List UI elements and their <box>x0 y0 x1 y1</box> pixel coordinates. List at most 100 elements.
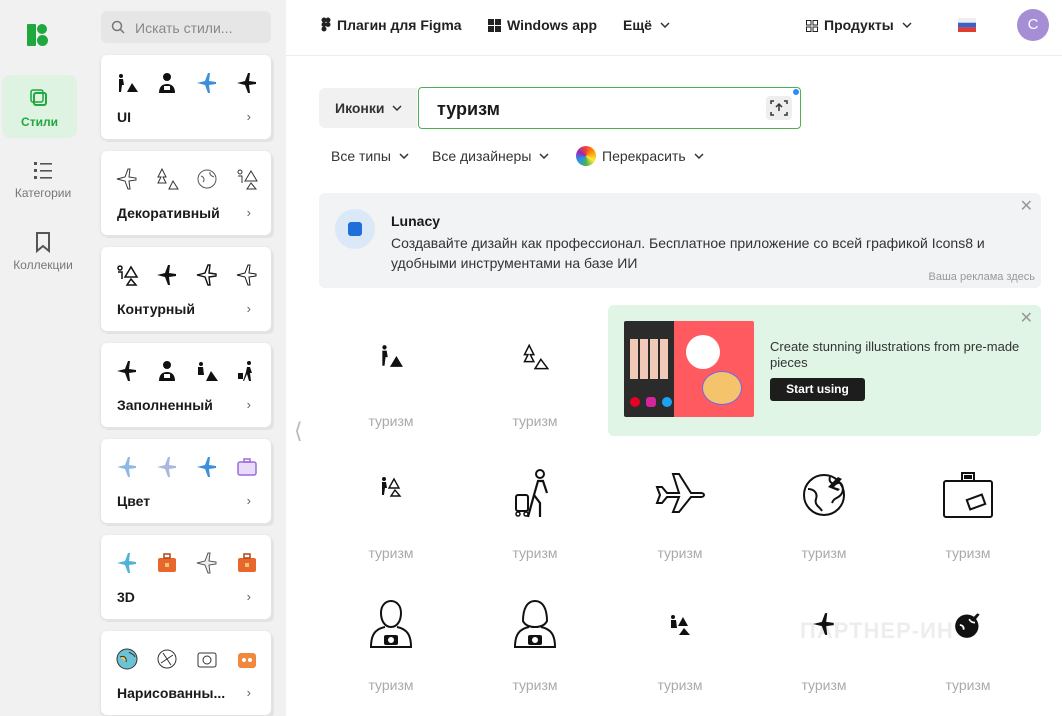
result-cell[interactable]: туризм <box>608 437 752 567</box>
rail-styles-label: Стили <box>21 115 58 129</box>
ad-note[interactable]: Ваша реклама здесь <box>929 271 1035 283</box>
hiker-tent-filled-icon <box>195 359 219 383</box>
result-cell[interactable]: туризм <box>463 305 607 435</box>
styles-search-input[interactable]: Искать стили... <box>101 11 271 43</box>
search-input[interactable]: туризм <box>418 87 801 129</box>
tourist-camera-icon <box>155 71 179 95</box>
search-icon <box>111 20 125 34</box>
airplane-icon <box>235 71 259 95</box>
icons8-logo[interactable] <box>25 22 51 48</box>
airplane-icon <box>115 359 139 383</box>
woman-camera-icon <box>513 599 557 648</box>
airplane-icon <box>155 263 179 287</box>
result-caption: туризм <box>512 677 558 693</box>
hiker-tent-icon <box>115 71 139 95</box>
result-cell[interactable]: туризм <box>752 437 896 567</box>
airplane-outline-icon <box>655 473 705 513</box>
style-card-outline[interactable]: Контурный › <box>101 247 271 331</box>
layers-icon <box>29 89 47 106</box>
figma-icon <box>321 17 331 32</box>
ad-banner[interactable]: Lunacy Создавайте дизайн как профессиона… <box>319 193 1041 288</box>
result-cell[interactable]: туризм <box>319 569 463 699</box>
style-card-label: UI <box>117 109 131 125</box>
icon-type-label: Иконки <box>335 100 385 116</box>
chevron-down-icon <box>399 153 409 160</box>
result-caption: туризм <box>657 545 703 561</box>
chevron-right-icon: › <box>246 205 251 220</box>
globe-filled-icon <box>955 613 980 638</box>
russia-flag-icon[interactable] <box>958 18 976 32</box>
nav-windows-app[interactable]: Windows app <box>488 17 597 33</box>
style-card-ui[interactable]: UI › <box>101 55 271 139</box>
filter-designers[interactable]: Все дизайнеры <box>432 148 549 164</box>
close-icon[interactable]: ✕ <box>1020 311 1033 327</box>
ad-text: Создавайте дизайн как профессионал. Бесп… <box>391 235 985 271</box>
promo-illustration <box>624 321 754 417</box>
result-cell[interactable]: туризм <box>608 569 752 699</box>
result-caption: туризм <box>368 413 414 429</box>
nav-more-label: Ещё <box>623 17 652 33</box>
chevron-down-icon <box>392 105 402 112</box>
nav-windows-label: Windows app <box>507 17 598 33</box>
color-wheel-icon <box>576 146 596 166</box>
rail-categories-label: Категории <box>14 186 72 200</box>
airplane-outline-icon <box>195 263 219 287</box>
airplane-sketch-icon <box>195 551 219 575</box>
chevron-down-icon <box>694 153 704 160</box>
scan-upload-icon <box>770 100 788 116</box>
style-card-3d[interactable]: 3D › <box>101 535 271 619</box>
result-cell[interactable]: туризм <box>463 437 607 567</box>
grid-icon <box>806 20 818 32</box>
result-cell[interactable]: туризм <box>463 569 607 699</box>
promo-banner[interactable]: Create stunning illustrations from pre-m… <box>608 305 1041 436</box>
traveler-suitcase-icon <box>515 469 549 518</box>
result-caption: туризм <box>512 545 558 561</box>
chevron-right-icon: › <box>246 493 251 508</box>
search-query: туризм <box>437 99 500 119</box>
result-caption: туризм <box>801 545 847 561</box>
suitcase-orange-icon <box>155 551 179 575</box>
airplane-3d-icon <box>115 551 139 575</box>
nav-figma-label: Плагин для Figma <box>337 17 462 33</box>
hiker-tree-icon <box>115 263 139 287</box>
rail-categories[interactable]: Категории <box>0 158 86 200</box>
nav-figma-plugin[interactable]: Плагин для Figma <box>321 17 462 33</box>
start-using-button[interactable]: Start using <box>770 378 865 401</box>
result-cell[interactable]: туризм <box>319 437 463 567</box>
filter-types[interactable]: Все типы <box>331 148 409 164</box>
style-card-decorative[interactable]: Декоративный › <box>101 151 271 235</box>
nav-more[interactable]: Ещё <box>623 17 670 33</box>
ad-title: Lunacy <box>391 213 441 229</box>
result-caption: туризм <box>801 677 847 693</box>
style-card-label: Заполненный <box>117 397 213 413</box>
close-icon[interactable]: ✕ <box>1020 199 1033 215</box>
rail-styles[interactable]: Стили <box>2 75 77 138</box>
nav-products-label: Продукты <box>824 17 894 33</box>
globe-plane-icon <box>803 474 845 516</box>
style-card-color[interactable]: Цвет › <box>101 439 271 523</box>
rail-collections[interactable]: Коллекции <box>0 230 86 272</box>
collapse-sidebar-icon[interactable]: ⟨ <box>294 418 303 444</box>
result-caption: туризм <box>368 545 414 561</box>
traveler-suitcase-icon <box>235 359 259 383</box>
style-card-filled[interactable]: Заполненный › <box>101 343 271 427</box>
style-card-label: Цвет <box>117 493 151 509</box>
chevron-right-icon: › <box>246 397 251 412</box>
airplane-outline-thin-icon <box>235 263 259 287</box>
filter-recolor[interactable]: Перекрасить <box>576 146 704 166</box>
globe-sketch-icon <box>155 647 179 671</box>
nav-products[interactable]: Продукты <box>806 17 912 33</box>
camera-sketch-icon <box>195 647 219 671</box>
icon-type-select[interactable]: Иконки <box>319 88 417 128</box>
style-card-label: Декоративный <box>117 205 220 221</box>
result-cell[interactable]: туризм <box>896 437 1040 567</box>
result-cell[interactable]: туризм <box>319 305 463 435</box>
chevron-down-icon <box>902 22 912 29</box>
windows-icon <box>488 19 501 32</box>
image-search-button[interactable] <box>766 96 792 120</box>
globe-icon <box>195 167 219 191</box>
style-card-hand-drawn[interactable]: Нарисованны... › <box>101 631 271 715</box>
styles-search-placeholder: Искать стили... <box>135 20 233 36</box>
user-avatar[interactable]: C <box>1017 9 1049 41</box>
airplane-outline-icon <box>115 167 139 191</box>
